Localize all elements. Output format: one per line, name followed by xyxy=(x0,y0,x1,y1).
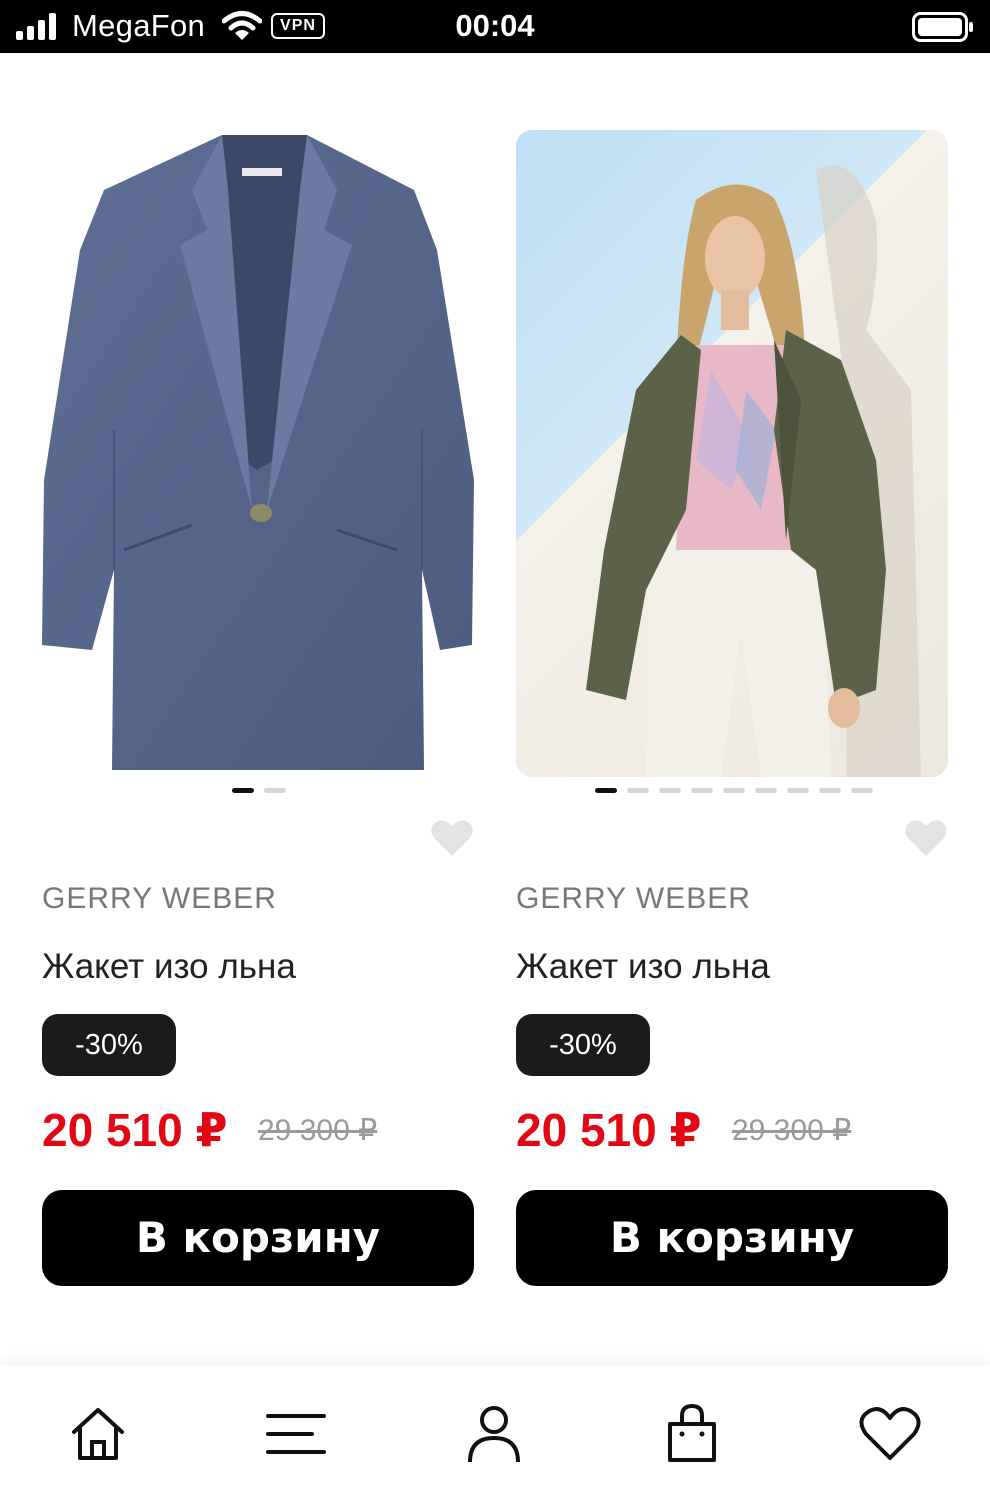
product-image-1[interactable] xyxy=(42,130,474,777)
favorite-heart-icon[interactable] xyxy=(904,818,948,858)
pager-dot[interactable] xyxy=(627,788,649,793)
bottom-navigation xyxy=(0,1366,990,1500)
product-brand: GERRY WEBER xyxy=(42,882,277,915)
nav-home[interactable] xyxy=(66,1402,130,1466)
pager-dot[interactable] xyxy=(819,788,841,793)
home-icon xyxy=(72,1408,124,1460)
pager-dot[interactable] xyxy=(595,788,617,793)
nav-profile[interactable] xyxy=(462,1402,526,1466)
status-bar: MegaFon VPN 00:04 xyxy=(0,0,990,53)
pager-dot[interactable] xyxy=(755,788,777,793)
pager-dot[interactable] xyxy=(851,788,873,793)
pager-dot[interactable] xyxy=(723,788,745,793)
discount-badge: -30% xyxy=(516,1014,650,1076)
product-title[interactable]: Жакет изо льна xyxy=(42,947,296,987)
pager-dot[interactable] xyxy=(787,788,809,793)
old-price: 29 300 ₽ xyxy=(732,1114,852,1147)
product-brand: GERRY WEBER xyxy=(516,882,751,915)
add-to-cart-button[interactable]: В корзину xyxy=(42,1190,474,1286)
image-pager-2 xyxy=(595,788,873,794)
sale-price: 20 510 ₽ xyxy=(42,1104,228,1156)
blazer-photo xyxy=(42,135,474,770)
pager-dot[interactable] xyxy=(232,788,254,793)
pager-dot[interactable] xyxy=(659,788,681,793)
old-price: 29 300 ₽ xyxy=(258,1114,378,1147)
favorite-heart-icon[interactable] xyxy=(430,818,474,858)
status-time: 00:04 xyxy=(455,8,535,43)
menu-icon xyxy=(266,1414,326,1454)
bag-icon xyxy=(668,1403,716,1462)
sale-price: 20 510 ₽ xyxy=(516,1104,702,1156)
image-pager-1 xyxy=(232,788,286,794)
discount-badge: -30% xyxy=(42,1014,176,1076)
pager-dot[interactable] xyxy=(264,788,286,793)
nav-cart[interactable] xyxy=(660,1402,724,1466)
profile-icon xyxy=(468,1406,520,1463)
battery-icon xyxy=(912,12,973,42)
product-title[interactable]: Жакет изо льна xyxy=(516,947,770,987)
add-to-cart-button[interactable]: В корзину xyxy=(516,1190,948,1286)
model-photo xyxy=(586,165,921,777)
product-image-2[interactable] xyxy=(516,130,948,777)
nav-catalog[interactable] xyxy=(264,1402,328,1466)
nav-favorites[interactable] xyxy=(858,1402,922,1466)
heart-icon xyxy=(859,1407,921,1460)
pager-dot[interactable] xyxy=(691,788,713,793)
